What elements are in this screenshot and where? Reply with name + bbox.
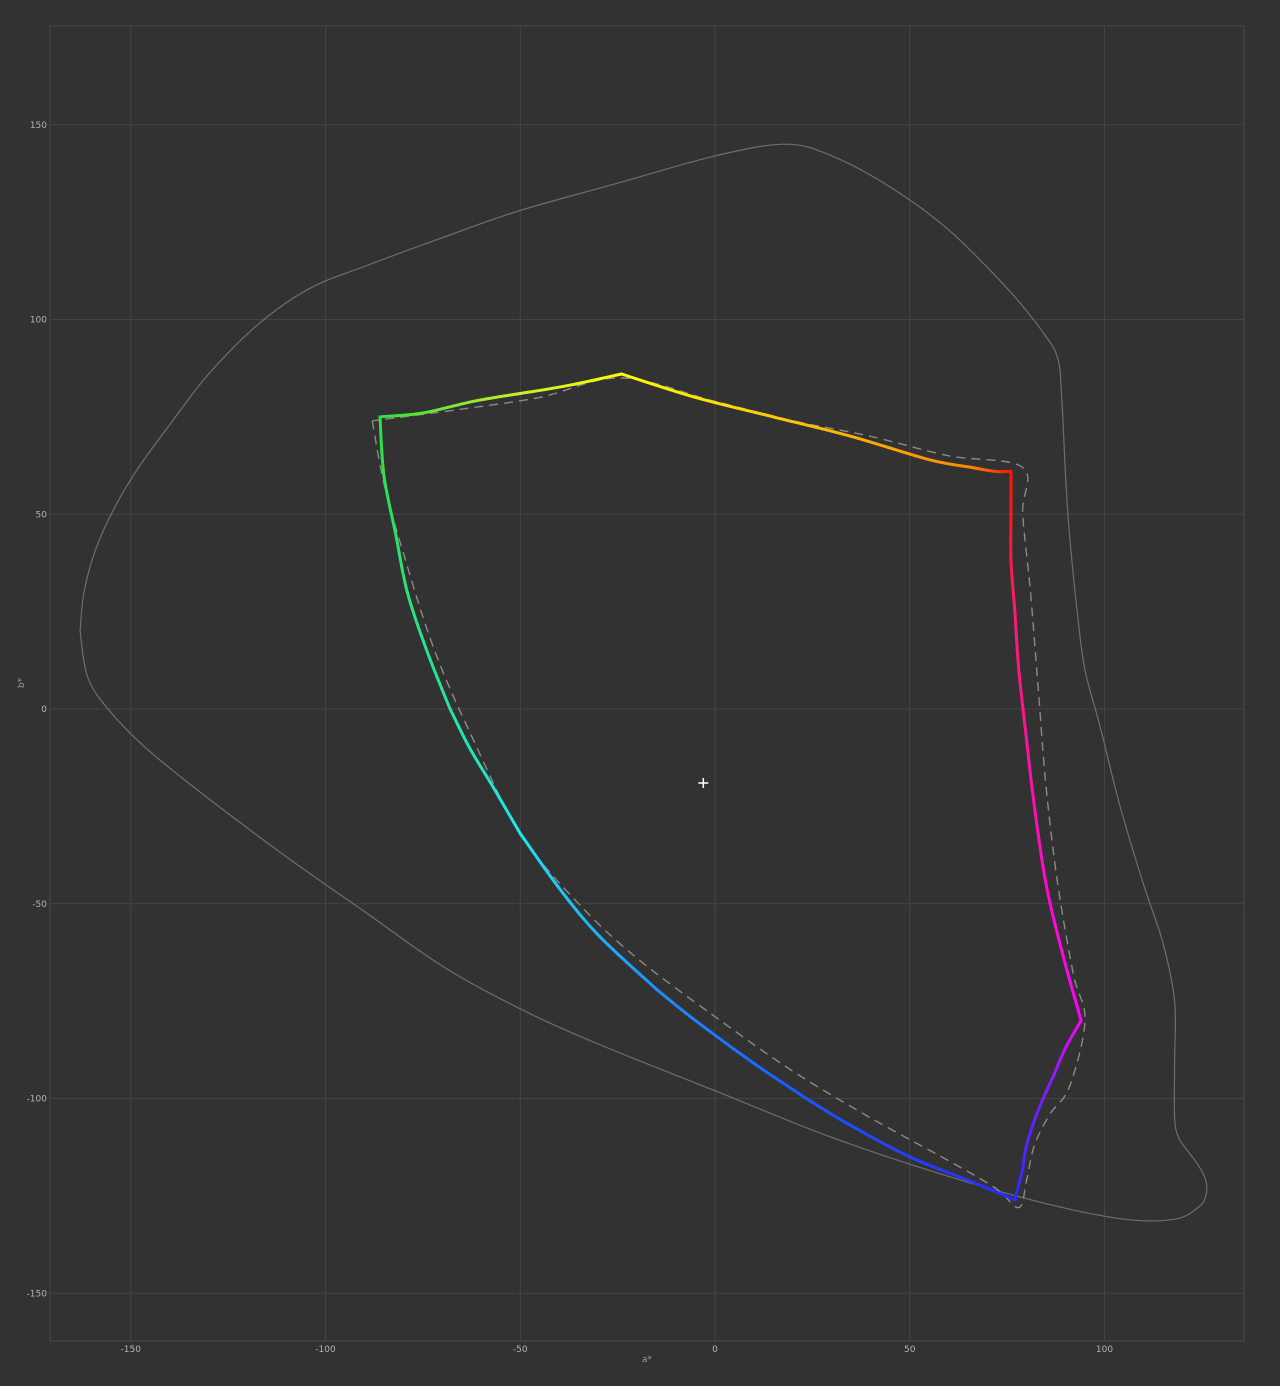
x-tick-label: 50 <box>904 1345 916 1355</box>
y-tick-label: 0 <box>41 705 47 715</box>
x-tick-label: 100 <box>1096 1345 1113 1355</box>
y-tick-label: -150 <box>27 1289 48 1299</box>
x-tick-label: -50 <box>513 1345 528 1355</box>
y-axis-label: b* <box>17 677 27 688</box>
y-tick-label: -50 <box>32 900 47 910</box>
y-tick-label: -100 <box>27 1095 48 1105</box>
x-axis-label: a* <box>642 1355 653 1365</box>
y-tick-label: 150 <box>30 121 47 131</box>
x-tick-label: -100 <box>315 1345 336 1355</box>
plot-background <box>50 26 1244 1341</box>
gamut-chart: -150 -100 -50 0 50 100 150 100 50 0 -50 -100 -150 a*… <box>17 25 1245 1365</box>
y-tick-label: 50 <box>36 510 48 520</box>
x-tick-label: 0 <box>712 1345 718 1355</box>
y-tick-label: 100 <box>30 316 47 326</box>
x-tick-label: -150 <box>121 1345 142 1355</box>
